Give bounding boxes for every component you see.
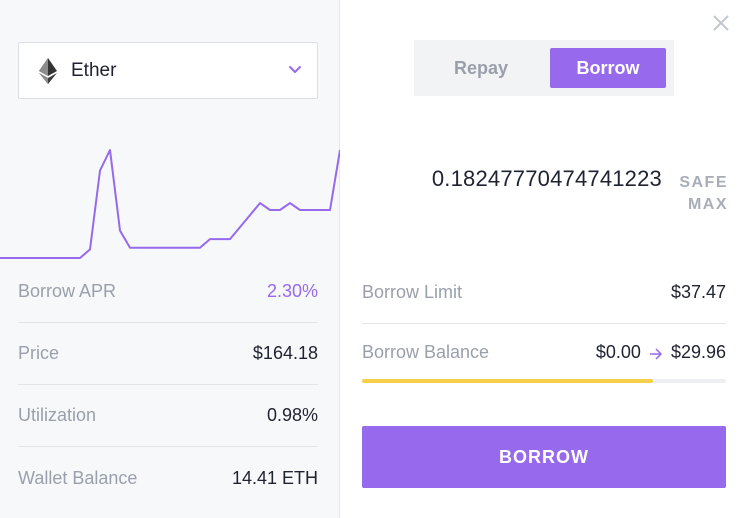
borrow-balance-label: Borrow Balance — [362, 341, 490, 362]
ethereum-icon — [39, 57, 57, 84]
stat-row-wallet-balance: Wallet Balance 14.41 ETH — [18, 447, 318, 509]
price-chart — [0, 149, 340, 259]
stat-row-utilization: Utilization 0.98% — [18, 385, 318, 447]
price-line — [0, 149, 340, 259]
stat-value: $164.18 — [252, 343, 318, 363]
arrow-right-icon — [647, 345, 665, 360]
borrow-limit-value: $37.47 — [670, 281, 726, 302]
stat-row-price: Price $164.18 — [18, 323, 318, 385]
borrow-submit-button[interactable]: BORROW — [362, 426, 726, 488]
borrow-balance-row: Borrow Balance $0.00 $29.96 — [362, 322, 726, 382]
borrow-limit-label: Borrow Limit — [362, 281, 463, 302]
stat-value: 2.30% — [266, 281, 318, 301]
close-icon[interactable] — [712, 14, 730, 32]
borrow-balance-from: $0.00 — [595, 341, 641, 362]
borrow-limit-progress — [362, 379, 726, 383]
stat-label: Price — [18, 343, 60, 363]
borrow-balance-to: $29.96 — [670, 341, 726, 362]
stat-label: Wallet Balance — [18, 467, 138, 488]
stat-label: Utilization — [18, 405, 97, 425]
safe-max-button[interactable]: SAFE MAX — [668, 172, 728, 216]
borrow-form-panel: Repay Borrow 0.18247770474741223 SAFE MA… — [340, 0, 740, 518]
tab-repay[interactable]: Repay — [422, 48, 540, 88]
borrow-limit-row: Borrow Limit $37.47 — [362, 262, 726, 322]
safe-max-line1: SAFE — [679, 174, 728, 191]
amount-input[interactable]: 0.18247770474741223 — [426, 166, 662, 192]
market-info-panel: Ether Borrow APR 2.30% Price $164.18 Uti… — [0, 0, 340, 518]
stat-label: Borrow APR — [18, 281, 117, 301]
stat-value: 0.98% — [266, 405, 318, 425]
chevron-down-icon — [287, 61, 303, 77]
stat-row-borrow-apr: Borrow APR 2.30% — [18, 261, 318, 323]
stat-value: 14.41 ETH — [231, 467, 318, 488]
asset-name: Ether — [71, 59, 117, 81]
action-tabs: Repay Borrow — [414, 40, 674, 96]
tab-borrow[interactable]: Borrow — [550, 48, 666, 88]
borrow-balance-value: $0.00 $29.96 — [596, 342, 726, 363]
asset-dropdown[interactable]: Ether — [18, 42, 318, 99]
safe-max-line2: MAX — [687, 196, 728, 213]
borrow-limit-progress-fill — [362, 379, 654, 383]
